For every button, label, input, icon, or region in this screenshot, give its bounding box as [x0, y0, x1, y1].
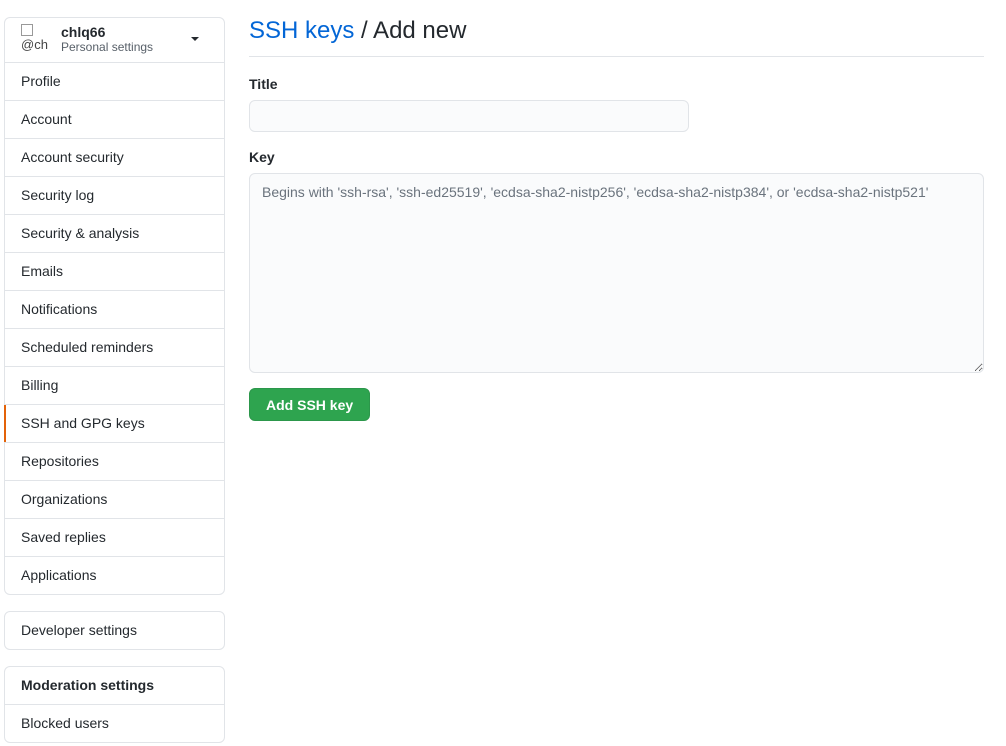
sidebar-item-repositories[interactable]: Repositories [5, 443, 224, 481]
sidebar-item-organizations[interactable]: Organizations [5, 481, 224, 519]
title-input[interactable] [249, 100, 689, 132]
sidebar-item-security-log[interactable]: Security log [5, 177, 224, 215]
broken-image-icon [21, 24, 33, 36]
title-label: Title [249, 76, 278, 92]
sidebar-item-account[interactable]: Account [5, 101, 224, 139]
key-textarea[interactable] [249, 173, 984, 373]
sidebar-item-blocked-users[interactable]: Blocked users [5, 705, 224, 742]
developer-settings-menu: Developer settings [4, 611, 225, 650]
breadcrumb-current: / Add new [354, 17, 467, 44]
account-switcher[interactable]: @ch chlq66 Personal settings [5, 18, 224, 63]
sidebar-item-billing[interactable]: Billing [5, 367, 224, 405]
personal-settings-menu: @ch chlq66 Personal settings Profile Acc… [4, 17, 225, 595]
avatar: @ch [21, 22, 53, 54]
add-ssh-key-button[interactable]: Add SSH key [249, 388, 371, 421]
add-ssh-key-form: Title Key Add SSH key [249, 76, 984, 421]
main-content: SSH keys / Add new Title Key Add SSH key [249, 0, 984, 421]
sidebar-item-security-analysis[interactable]: Security & analysis [5, 215, 224, 253]
caret-down-icon[interactable] [191, 37, 199, 41]
sidebar-item-notifications[interactable]: Notifications [5, 291, 224, 329]
sidebar-item-scheduled-reminders[interactable]: Scheduled reminders [5, 329, 224, 367]
breadcrumb-ssh-keys-link[interactable]: SSH keys [249, 17, 354, 44]
page-title: SSH keys / Add new [249, 0, 984, 57]
sidebar-item-applications[interactable]: Applications [5, 557, 224, 594]
sidebar-item-developer-settings[interactable]: Developer settings [5, 612, 224, 649]
sidebar-item-emails[interactable]: Emails [5, 253, 224, 291]
sidebar-item-saved-replies[interactable]: Saved replies [5, 519, 224, 557]
settings-context-label: Personal settings [61, 40, 154, 54]
settings-sidebar: @ch chlq66 Personal settings Profile Acc… [4, 17, 225, 743]
avatar-alt-text: @ch [21, 37, 48, 52]
sidebar-item-ssh-gpg-keys[interactable]: SSH and GPG keys [4, 405, 224, 443]
key-label: Key [249, 149, 275, 165]
sidebar-item-profile[interactable]: Profile [5, 63, 224, 101]
moderation-settings-menu: Moderation settings Blocked users [4, 666, 225, 743]
sidebar-item-account-security[interactable]: Account security [5, 139, 224, 177]
username: chlq66 [61, 24, 106, 40]
moderation-settings-heading: Moderation settings [5, 667, 224, 705]
